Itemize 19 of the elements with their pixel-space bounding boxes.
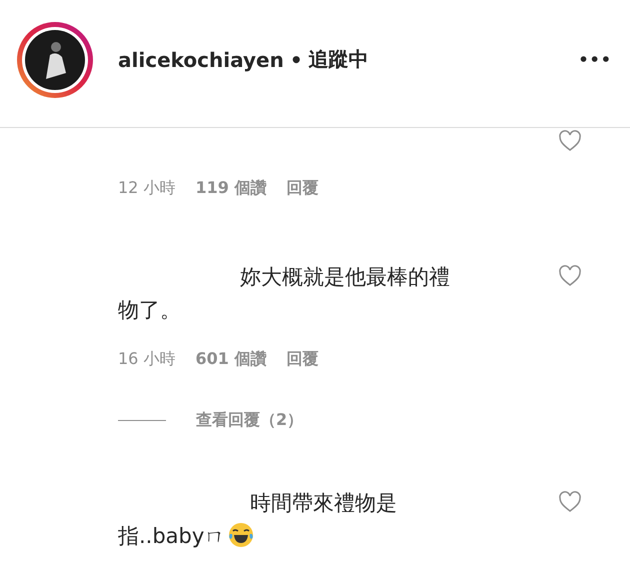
separator: • bbox=[290, 48, 303, 72]
comment-time: 12 小時 bbox=[118, 178, 176, 199]
avatar[interactable] bbox=[22, 26, 88, 92]
more-options-button[interactable]: ••• bbox=[578, 50, 612, 69]
like-count[interactable]: 119 個讚 bbox=[195, 178, 266, 199]
like-button[interactable] bbox=[558, 491, 582, 513]
like-button[interactable] bbox=[558, 265, 582, 287]
comment-text: 妳大概就是他最棒的禮 bbox=[240, 265, 450, 289]
comment-text: 物了。 bbox=[118, 298, 181, 322]
comment-time: 16 小時 bbox=[118, 349, 176, 370]
reply-button[interactable]: 回覆 bbox=[286, 178, 318, 199]
follow-status[interactable]: 追蹤中 bbox=[308, 46, 369, 73]
view-replies-button[interactable]: 查看回覆（2） bbox=[196, 410, 304, 431]
like-count[interactable]: 601 個讚 bbox=[195, 349, 266, 370]
comment-text: 指..babyㄇ bbox=[118, 524, 226, 548]
reply-button[interactable]: 回覆 bbox=[286, 349, 318, 370]
like-button[interactable] bbox=[558, 130, 582, 152]
username[interactable]: alicekochiayen bbox=[118, 48, 284, 72]
comment-text: 時間帶來禮物是 bbox=[250, 491, 397, 515]
